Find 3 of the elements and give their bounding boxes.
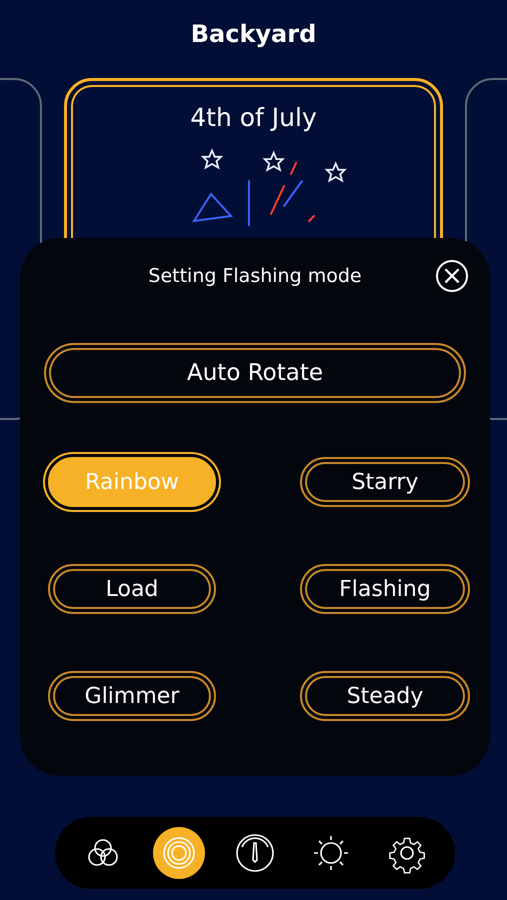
card-title: 4th of July [190,103,317,132]
screen-title: Backyard [190,19,318,50]
dialog-title: Setting Flashing mode [148,265,362,287]
